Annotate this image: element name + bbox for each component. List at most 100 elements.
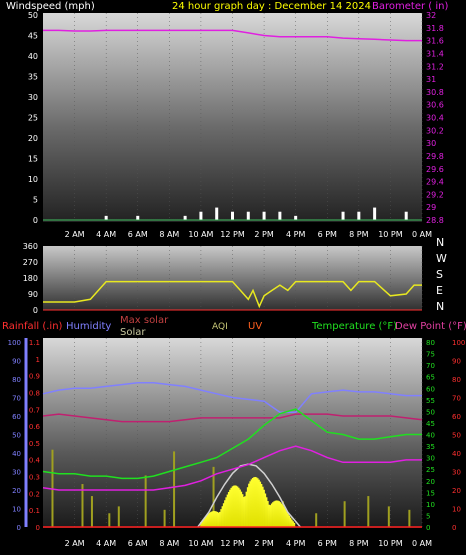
humidity-tick-label: 0 [17, 524, 21, 532]
windspeed-bar [104, 215, 108, 220]
humidity-tick-label: 60 [12, 413, 21, 421]
wind-direction-tick-label: 180 [23, 274, 38, 283]
legend-uv: UV [248, 321, 262, 332]
panel3-x-tick-label: 4 PM [286, 539, 305, 548]
temperature-tick-label: 50 [426, 408, 435, 416]
panel1-x-tick-label: 6 AM [128, 230, 148, 239]
humidity-tick-label: 90 [12, 358, 21, 366]
windspeed-tick-label: 25 [28, 114, 38, 123]
panel3-x-tick-label: 10 PM [378, 539, 403, 548]
panel-wind-direction: 090180270360 NWSEN [23, 236, 447, 315]
panel1-x-tick-label: 6 PM [318, 230, 337, 239]
windspeed-bar [246, 211, 250, 220]
rainfall-bar [163, 509, 166, 527]
compass-label: N [436, 236, 444, 249]
rainfall-bar [367, 496, 370, 527]
legend-humidity: Humidity [66, 321, 111, 332]
humidity-tick-label: 20 [12, 487, 21, 495]
temperature-tick-label: 75 [426, 351, 435, 359]
rainfall-tick-label: 0.3 [29, 474, 40, 482]
temperature-tick-label: 80 [426, 339, 435, 347]
dew-point-tick-label: 20 [452, 487, 461, 495]
dew-point-tick-label: 100 [452, 339, 465, 347]
wind-direction-tick-label: 90 [28, 290, 38, 299]
panel3-x-tick-label: 2 AM [65, 539, 85, 548]
windspeed-tick-label: 45 [28, 32, 38, 41]
rainfall-tick-label: 0 [36, 524, 40, 532]
rainfall-tick-label: 0.5 [29, 440, 40, 448]
panel3-x-tick-label: 0 AM [412, 539, 432, 548]
panel1-x-tick-label: 2 AM [65, 230, 85, 239]
barometer-tick-label: 29.4 [426, 178, 444, 187]
legend-rainfall: Rainfall (.in) [2, 321, 63, 332]
humidity-tick-label: 10 [12, 506, 21, 514]
panel3-x-tick-label: 8 AM [159, 539, 179, 548]
rainfall-tick-label: 0.6 [29, 423, 41, 431]
barometer-tick-label: 31.4 [426, 49, 444, 58]
barometer-tick-label: 31.6 [426, 37, 444, 46]
dew-point-tick-label: 90 [452, 358, 461, 366]
dew-point-tick-label: 50 [452, 432, 461, 440]
rainfall-tick-label: 0.4 [29, 457, 41, 465]
windspeed-bar [183, 215, 187, 220]
temperature-tick-label: 70 [426, 362, 435, 370]
rainfall-bar [117, 506, 120, 527]
panel1-x-tick-label: 4 PM [286, 230, 305, 239]
rainfall-tick-label: 1 [36, 356, 40, 364]
rainfall-bar [408, 509, 411, 527]
legend-temperature: Temperature (°F) [311, 321, 397, 332]
panel1-x-tick-label: 10 AM [188, 230, 213, 239]
temperature-tick-label: 10 [426, 501, 435, 509]
temperature-tick-label: 40 [426, 432, 435, 440]
temperature-tick-label: 25 [426, 466, 435, 474]
windspeed-bar [278, 211, 282, 220]
legend-dew-point: Dew Point (°F) [395, 321, 466, 332]
temperature-tick-label: 0 [426, 524, 430, 532]
panel-temperature-humidity: 0102030405060708090100 00.10.20.30.40.50… [8, 338, 465, 548]
windspeed-tick-label: 50 [28, 11, 38, 20]
humidity-tick-label: 30 [12, 469, 21, 477]
barometer-tick-label: 30.4 [426, 114, 444, 123]
panel3-x-tick-label: 6 PM [318, 539, 337, 548]
panel3-x-tick-label: 10 AM [188, 539, 213, 548]
rainfall-tick-label: 0.2 [29, 490, 40, 498]
dew-point-tick-label: 70 [452, 395, 461, 403]
panel1-x-tick-label: 0 AM [412, 230, 432, 239]
panel-wind-barometer: 0 5 10 15 20 25 30 35 40 45 50 28.8 29 29.2 29.4 29.6 2… [28, 11, 444, 239]
panel1-x-tick-label: 10 PM [378, 230, 403, 239]
windspeed-axis-label: Windspeed (mph) [6, 1, 95, 12]
rainfall-bar [90, 496, 93, 527]
temperature-tick-label: 5 [426, 512, 430, 520]
temperature-tick-label: 35 [426, 443, 435, 451]
compass-label: W [436, 252, 447, 265]
panel3-x-tick-label: 12 PM [220, 539, 245, 548]
wind-direction-tick-label: 270 [23, 258, 38, 267]
legend-solar: Solar [120, 327, 146, 338]
rainfall-tick-label: 0.1 [29, 507, 40, 515]
dew-point-tick-label: 10 [452, 506, 461, 514]
barometer-axis-label: Barometer ( in) [372, 1, 448, 12]
barometer-tick-label: 30 [426, 139, 436, 148]
barometer-tick-label: 31.2 [426, 62, 444, 71]
legend-aqi: AQI [212, 322, 228, 332]
panel1-x-tick-label: 8 PM [349, 230, 368, 239]
humidity-tick-label: 70 [12, 395, 21, 403]
barometer-tick-label: 29.2 [426, 190, 444, 199]
temperature-tick-label: 60 [426, 385, 435, 393]
windspeed-bar [199, 211, 203, 220]
temperature-tick-label: 15 [426, 489, 435, 497]
windspeed-tick-label: 10 [28, 175, 38, 184]
barometer-tick-label: 29 [426, 203, 436, 212]
temperature-tick-label: 45 [426, 420, 435, 428]
barometer-tick-label: 31.8 [426, 24, 444, 33]
graph-title: 24 hour graph day : December 14 2024 [172, 1, 371, 12]
compass-label: E [436, 284, 443, 297]
windspeed-tick-label: 35 [28, 73, 38, 82]
windspeed-bar [215, 207, 219, 220]
panel3-x-tick-label: 4 AM [96, 539, 116, 548]
humidity-tick-label: 50 [12, 432, 21, 440]
windspeed-tick-label: 0 [33, 216, 38, 225]
barometer-tick-label: 31 [426, 75, 436, 84]
rainfall-bar [173, 451, 176, 527]
windspeed-bar [262, 211, 266, 220]
